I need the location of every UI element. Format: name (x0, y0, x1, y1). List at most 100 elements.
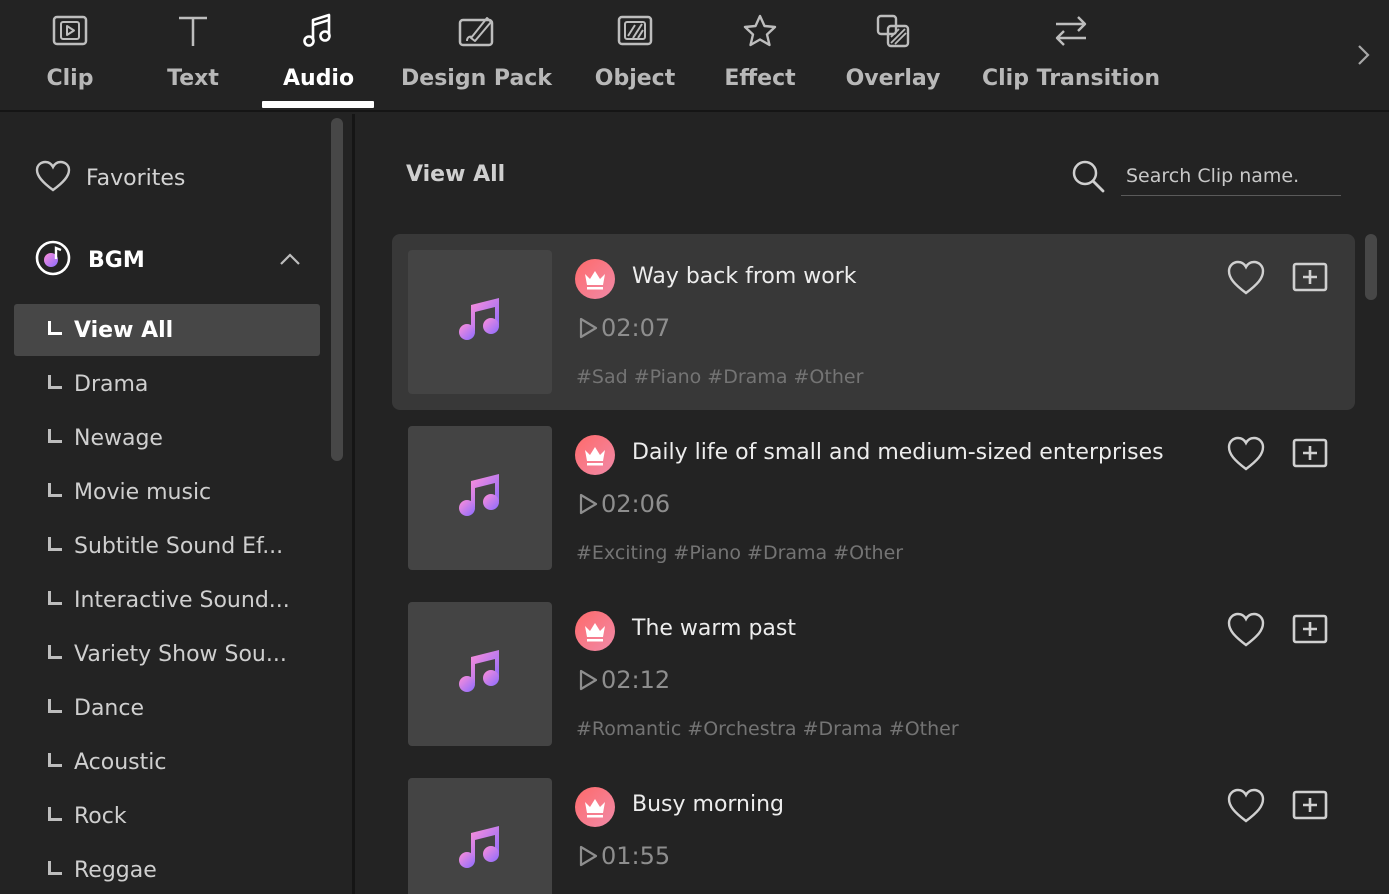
heart-icon[interactable] (1226, 611, 1266, 649)
tree-branch-icon (48, 699, 62, 713)
audio-list-item[interactable]: Daily life of small and medium-sized ent… (392, 410, 1355, 586)
sidebar-item-newage[interactable]: Newage (14, 412, 320, 464)
tab-label: Design Pack (401, 66, 552, 91)
sidebar-item-drama[interactable]: Drama (14, 358, 320, 410)
premium-crown-icon (575, 787, 615, 827)
tab-effect[interactable]: Effect (722, 0, 798, 110)
sidebar-item-variety-show-sound[interactable]: Variety Show Sou... (14, 628, 320, 680)
add-to-timeline-icon[interactable] (1290, 435, 1330, 473)
top-toolbar: Clip Text Audio Design Pack Object Effec… (0, 0, 1389, 112)
music-note-icon (455, 823, 505, 877)
tree-branch-icon (48, 321, 62, 335)
tree-branch-icon (48, 753, 62, 767)
audio-list-item[interactable]: Busy morning 01:55 (392, 762, 1355, 894)
sidebar-scrollbar[interactable] (331, 118, 343, 461)
audio-duration: 02:06 (601, 490, 671, 518)
audio-title: The warm past (632, 616, 797, 641)
tree-branch-icon (48, 483, 62, 497)
tab-design-pack[interactable]: Design Pack (401, 0, 552, 110)
audio-list-item[interactable]: The warm past 02:12 #Romantic #Orchestra… (392, 586, 1355, 762)
sidebar-item-subtitle-sound-effects[interactable]: Subtitle Sound Ef... (14, 520, 320, 572)
sidebar-item-label: Interactive Sound... (74, 587, 290, 613)
add-to-timeline-icon[interactable] (1290, 611, 1330, 649)
heart-icon[interactable] (1226, 435, 1266, 473)
heart-icon[interactable] (1226, 259, 1266, 297)
play-icon[interactable] (577, 668, 599, 692)
list-scrollbar[interactable] (1365, 234, 1377, 300)
tab-label: Clip Transition (981, 66, 1161, 91)
audio-tags: #Exciting #Piano #Drama #Other (576, 542, 904, 564)
search-input[interactable] (1121, 156, 1341, 196)
tab-clip-transition[interactable]: Clip Transition (982, 0, 1160, 110)
chevron-up-icon[interactable] (276, 246, 304, 274)
audio-title: Daily life of small and medium-sized ent… (632, 440, 1164, 465)
audio-thumbnail (408, 778, 552, 894)
play-icon[interactable] (577, 316, 599, 340)
sidebar-item-label: Reggae (74, 857, 157, 883)
tab-label: Audio (283, 66, 355, 91)
active-tab-indicator (262, 101, 374, 108)
sidebar-item-label: Drama (74, 371, 149, 397)
overlay-icon (873, 12, 913, 50)
audio-duration: 02:07 (601, 314, 671, 342)
premium-crown-icon (575, 611, 615, 651)
tree-branch-icon (48, 537, 62, 551)
sidebar-item-interactive-sound[interactable]: Interactive Sound... (14, 574, 320, 626)
chevron-right-icon[interactable] (1350, 42, 1376, 68)
tree-branch-icon (48, 807, 62, 821)
bgm-disc-icon (34, 239, 72, 281)
play-icon[interactable] (577, 844, 599, 868)
search-icon[interactable] (1070, 158, 1106, 194)
clip-icon (50, 12, 90, 50)
audio-title: Busy morning (632, 792, 785, 817)
audio-thumbnail (408, 602, 552, 746)
music-note-icon (455, 647, 505, 701)
premium-crown-icon (575, 435, 615, 475)
effect-star-icon (740, 12, 780, 50)
play-icon[interactable] (577, 492, 599, 516)
tree-branch-icon (48, 429, 62, 443)
tab-clip[interactable]: Clip (30, 0, 110, 110)
music-note-icon (455, 471, 505, 525)
add-to-timeline-icon[interactable] (1290, 787, 1330, 825)
sidebar-item-reggae[interactable]: Reggae (14, 844, 320, 894)
sidebar-item-favorites[interactable]: Favorites (34, 158, 185, 198)
object-icon (615, 12, 655, 50)
tab-overlay[interactable]: Overlay (846, 0, 940, 110)
audio-tags: #Romantic #Orchestra #Drama #Other (576, 718, 959, 740)
sidebar-item-movie-music[interactable]: Movie music (14, 466, 320, 518)
tab-label: Overlay (845, 66, 941, 91)
audio-list-panel: View All Way back from work 02:07 #Sad #… (358, 114, 1389, 894)
premium-crown-icon (575, 259, 615, 299)
tab-label: Clip (46, 66, 94, 91)
add-to-timeline-icon[interactable] (1290, 259, 1330, 297)
sidebar-item-label: Favorites (86, 165, 186, 191)
tree-branch-icon (48, 645, 62, 659)
sidebar-item-label: View All (74, 317, 174, 343)
heart-icon (34, 159, 72, 197)
sidebar-item-label: Newage (74, 425, 163, 451)
heart-icon[interactable] (1226, 787, 1266, 825)
tab-text[interactable]: Text (153, 0, 233, 110)
tab-audio[interactable]: Audio (262, 0, 374, 110)
sidebar-item-label: Variety Show Sou... (74, 641, 287, 667)
audio-tags: #Sad #Piano #Drama #Other (576, 366, 864, 388)
sidebar-item-acoustic[interactable]: Acoustic (14, 736, 320, 788)
sidebar-item-label: Movie music (74, 479, 212, 505)
sidebar-section-bgm[interactable]: BGM (34, 240, 304, 280)
tab-label: Text (167, 66, 219, 91)
tab-object[interactable]: Object (592, 0, 678, 110)
sidebar-item-view-all[interactable]: View All (14, 304, 320, 356)
audio-thumbnail (408, 250, 552, 394)
sidebar-item-label: Subtitle Sound Ef... (74, 533, 284, 559)
sidebar-item-rock[interactable]: Rock (14, 790, 320, 842)
transition-arrows-icon (1051, 12, 1091, 50)
tab-label: Object (594, 66, 676, 91)
audio-list-item[interactable]: Way back from work 02:07 #Sad #Piano #Dr… (392, 234, 1355, 410)
page-title: View All (406, 162, 506, 187)
section-label: BGM (88, 247, 145, 273)
audio-duration: 01:55 (601, 842, 671, 870)
music-note-icon (455, 295, 505, 349)
sidebar-item-dance[interactable]: Dance (14, 682, 320, 734)
sidebar-item-label: Rock (74, 803, 127, 829)
